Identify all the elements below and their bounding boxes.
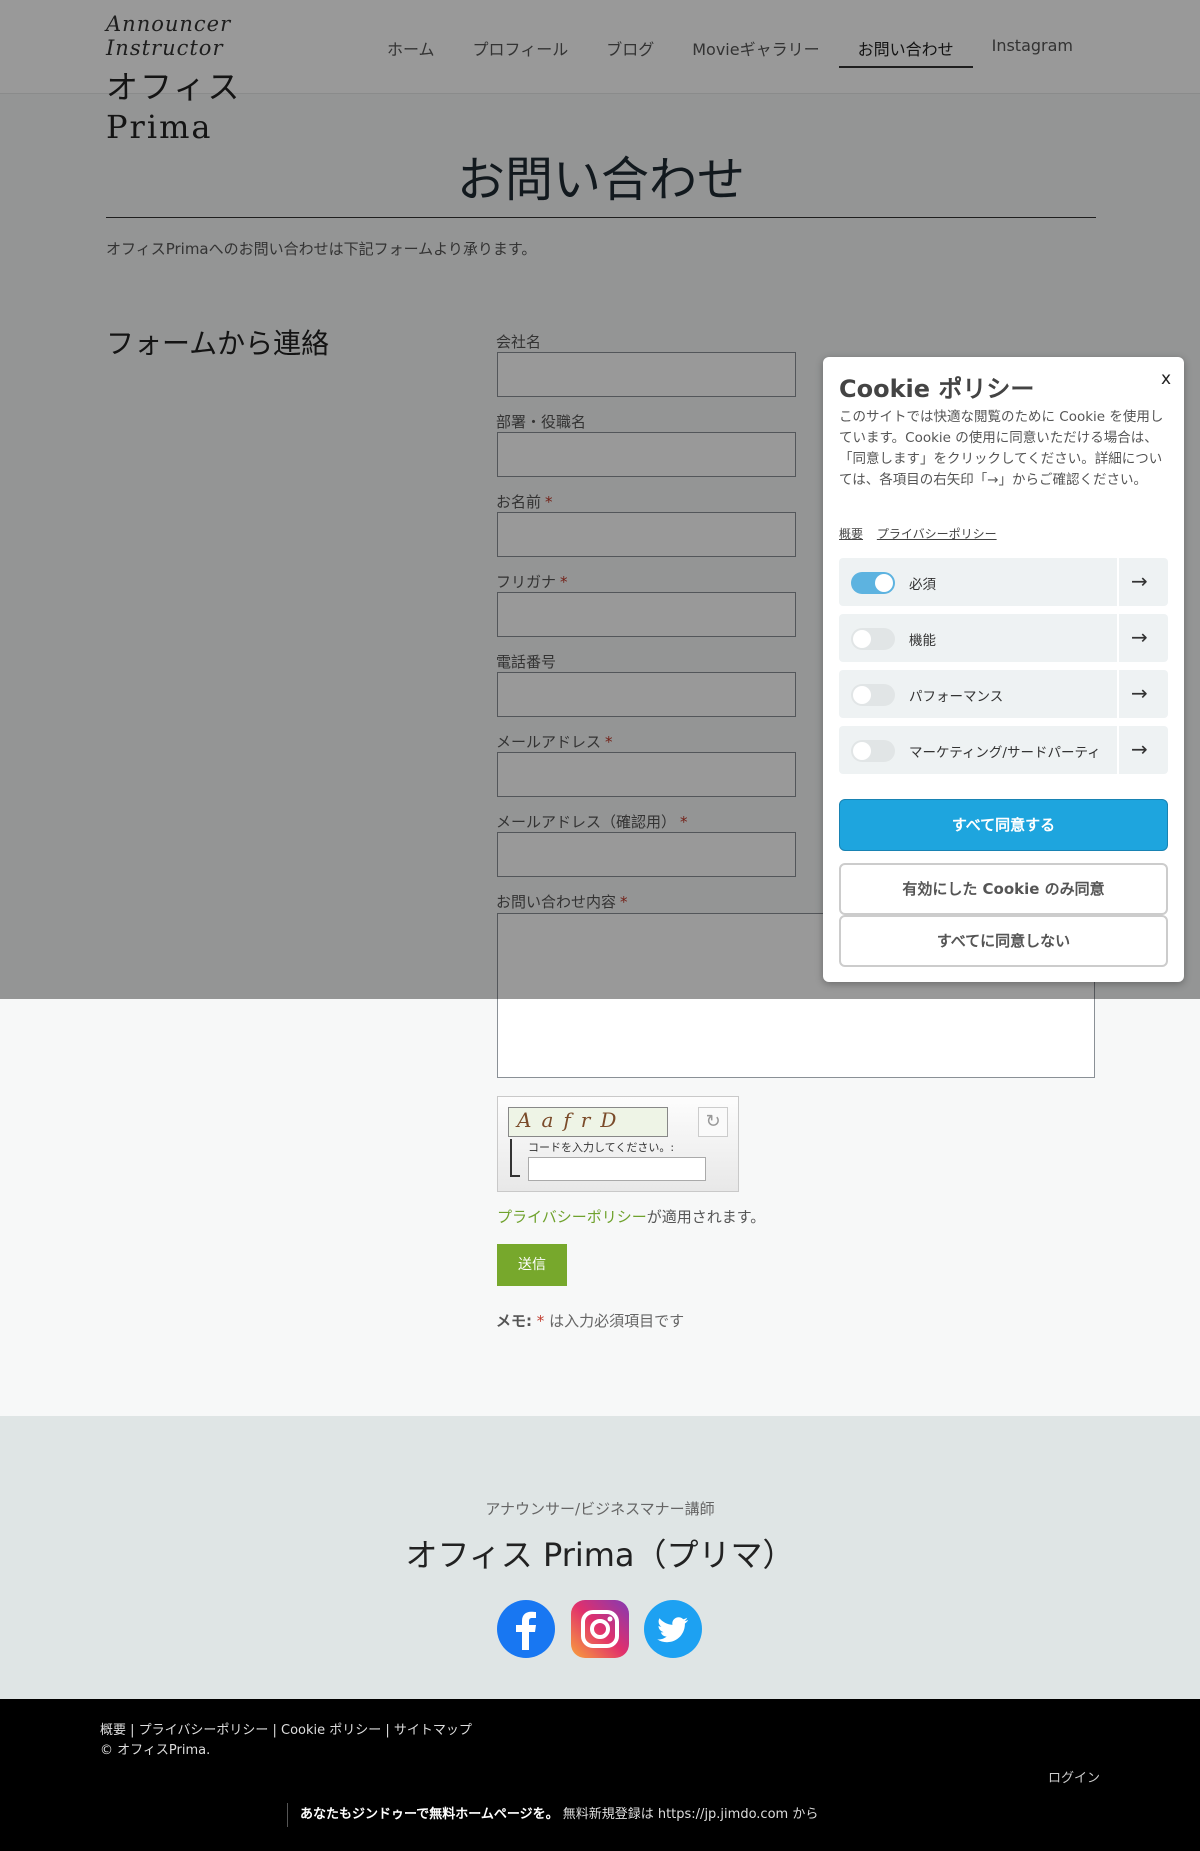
submit-button[interactable]: 送信: [497, 1244, 567, 1286]
privacy-note-suffix: が適用されます。: [646, 1208, 766, 1226]
memo-prefix: メモ:: [496, 1312, 532, 1330]
facebook-icon[interactable]: [497, 1600, 555, 1658]
arrow-right-icon[interactable]: →: [1131, 737, 1148, 761]
reject-all-button[interactable]: すべてに同意しない: [839, 915, 1168, 967]
captcha-code-text: AafrD: [517, 1108, 627, 1132]
row-divider: [1117, 670, 1119, 718]
privacy-note: プライバシーポリシーが適用されます。: [497, 1206, 765, 1227]
jimdo-banner[interactable]: あなたもジンドゥーで無料ホームページを。 無料新規登録は https://jp.…: [287, 1803, 818, 1827]
arrow-right-icon[interactable]: →: [1131, 625, 1148, 649]
arrow-right-icon[interactable]: →: [1131, 569, 1148, 593]
refresh-icon[interactable]: ↻: [698, 1107, 728, 1137]
memo-suffix: は入力必須項目です: [549, 1312, 685, 1330]
required-toggle[interactable]: [851, 572, 895, 594]
instagram-icon[interactable]: [571, 1600, 629, 1658]
accept-all-button[interactable]: すべて同意する: [839, 799, 1168, 851]
memo-star: *: [536, 1312, 545, 1330]
jimdo-bold-text: あなたもジンドゥーで無料ホームページを。: [300, 1807, 559, 1822]
corner-arrow-icon: [510, 1139, 520, 1177]
category-label: 機能: [909, 633, 936, 649]
footer-name: オフィス Prima（プリマ）: [405, 1536, 795, 1574]
required-memo: メモ: * は入力必須項目です: [496, 1310, 684, 1331]
cookie-links: 概要 プライバシーポリシー: [839, 525, 1007, 542]
toggle-knob: [853, 630, 871, 648]
row-divider: [1117, 614, 1119, 662]
footer-subtitle: アナウンサー/ビジネスマナー講師: [485, 1500, 715, 1518]
performance-toggle[interactable]: [851, 684, 895, 706]
close-icon[interactable]: x: [1161, 369, 1171, 389]
category-label: パフォーマンス: [909, 689, 1004, 705]
functional-toggle[interactable]: [851, 628, 895, 650]
twitter-icon[interactable]: [644, 1600, 702, 1658]
footer-copyright: © オフィスPrima.: [100, 1743, 211, 1758]
cookie-policy-modal: Cookie ポリシー x このサイトでは快適な閲覧のために Cookie を使…: [823, 357, 1184, 982]
toggle-knob: [853, 742, 871, 760]
cookie-description: このサイトでは快適な閲覧のために Cookie を使用しています。Cookie …: [839, 409, 1164, 488]
cookie-category-functional: 機能 →: [839, 614, 1168, 662]
cookie-category-required: 必須 →: [839, 558, 1168, 606]
toggle-knob: [875, 574, 893, 592]
marketing-toggle[interactable]: [851, 740, 895, 762]
cookie-title: Cookie ポリシー: [839, 375, 1035, 403]
arrow-right-icon[interactable]: →: [1131, 681, 1148, 705]
captcha-label: コードを入力してください。:: [528, 1141, 675, 1154]
login-link[interactable]: ログイン: [1048, 1767, 1100, 1786]
cookie-category-performance: パフォーマンス →: [839, 670, 1168, 718]
category-label: マーケティング/サードパーティ: [909, 745, 1101, 761]
privacy-policy-link[interactable]: プライバシーポリシー: [497, 1208, 647, 1226]
toggle-knob: [853, 686, 871, 704]
cookie-link-overview[interactable]: 概要: [839, 527, 863, 541]
footer-links[interactable]: 概要 | プライバシーポリシー | Cookie ポリシー | サイトマップ: [100, 1719, 472, 1738]
cookie-category-marketing: マーケティング/サードパーティ →: [839, 726, 1168, 774]
row-divider: [1117, 726, 1119, 774]
row-divider: [1117, 558, 1119, 606]
jimdo-rest-text: 無料新規登録は https://jp.jimdo.com から: [558, 1807, 819, 1822]
captcha-image: AafrD: [508, 1107, 668, 1137]
category-label: 必須: [909, 577, 936, 593]
cookie-link-privacy[interactable]: プライバシーポリシー: [877, 527, 997, 541]
captcha-input[interactable]: [528, 1157, 706, 1181]
captcha-box: AafrD ↻ コードを入力してください。:: [497, 1096, 739, 1192]
accept-selected-button[interactable]: 有効にした Cookie のみ同意: [839, 863, 1168, 915]
bottom-footer: 概要 | プライバシーポリシー | Cookie ポリシー | サイトマップ ©…: [0, 1699, 1200, 1851]
